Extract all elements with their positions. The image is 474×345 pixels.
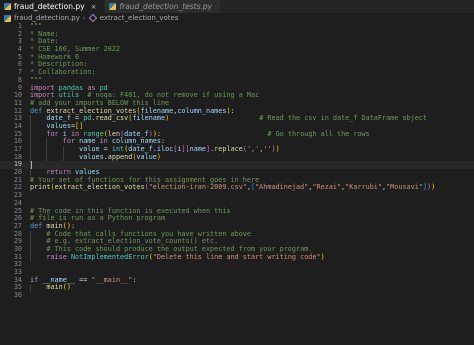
- code-text: values.append(value): [30, 152, 161, 162]
- code-line[interactable]: 22 print(extract_election_votes("election…: [0, 184, 474, 192]
- code-line[interactable]: 34 if __name__ == "__main__":: [0, 275, 474, 285]
- code-token: "Karrubi": [345, 183, 382, 192]
- line-number: 4: [17, 45, 22, 54]
- line-number: 3: [17, 37, 22, 46]
- code-token: extract_election_votes: [54, 183, 145, 192]
- tab-fraud-detection-tests[interactable]: fraud_detection_tests.py: [105, 0, 222, 13]
- code-token: ): [275, 145, 280, 153]
- line-number: 7: [17, 68, 22, 77]
- python-file-icon: [4, 3, 11, 10]
- tab-bar: fraud_detection.py × fraud_detection_tes…: [0, 0, 474, 13]
- tab-label: fraud_detection_tests.py: [119, 2, 213, 11]
- code-line[interactable]: 2 * Name:: [0, 29, 474, 39]
- tab-label: fraud_detection.py: [14, 2, 85, 11]
- code-line[interactable]: 36: [0, 291, 474, 300]
- code-token: :: [156, 129, 268, 138]
- code-line[interactable]: 31 raise NotImplementedError("Delete thi…: [0, 252, 474, 262]
- indent-guide: [46, 153, 48, 162]
- code-token: ): [431, 183, 436, 192]
- code-token: append: [107, 152, 133, 161]
- python-file-icon: [109, 3, 117, 10]
- code-token: read_csv: [95, 114, 129, 123]
- line-number: 6: [17, 60, 22, 69]
- code-token: # Go through all the rows: [267, 129, 370, 138]
- line-number: 36: [13, 291, 22, 300]
- breadcrumb: fraud_detection.py › extract_election_vo…: [0, 13, 474, 23]
- code-line[interactable]: 1 """: [0, 22, 474, 31]
- code-text: date_f = pd.read_csv(filename) # Read th…: [30, 114, 427, 123]
- code-line[interactable]: 7 * Collaboration:: [0, 68, 474, 77]
- code-token: "Ahmadinejad": [255, 183, 309, 192]
- indent-guide: [30, 284, 31, 293]
- code-token: replace: [214, 145, 243, 153]
- code-token: ): [320, 252, 325, 261]
- code-text: main(): [30, 283, 71, 293]
- code-token: name: [189, 145, 207, 153]
- code-line[interactable]: 18 values.append(value): [0, 152, 474, 162]
- code-token: filename: [132, 114, 166, 123]
- line-number: 2: [17, 29, 22, 38]
- code-token: "__main__": [91, 275, 133, 284]
- code-token: :: [132, 275, 137, 284]
- code-editor[interactable]: 1 """ 2 * Name: 3 * Date: 4 * CSE 160, Summer 2…: [0, 22, 474, 345]
- code-text: print(extract_election_votes("election-i…: [30, 184, 435, 192]
- line-number: 8: [17, 75, 22, 84]
- code-text: raise NotImplementedError("Delete this l…: [30, 252, 325, 262]
- code-token: value: [136, 152, 157, 161]
- code-line[interactable]: 35 main(): [0, 283, 474, 293]
- code-token: NotImplementedError: [70, 252, 149, 261]
- code-token: ==: [75, 275, 92, 284]
- code-token: main: [46, 283, 63, 292]
- code-line[interactable]: 23: [0, 191, 474, 200]
- python-file-icon: [4, 14, 11, 22]
- indent-guide: [62, 153, 64, 162]
- tab-fraud-detection[interactable]: fraud_detection.py ×: [0, 0, 106, 13]
- code-token: (): [62, 283, 71, 292]
- indent-guide: [30, 253, 31, 262]
- method-cube-icon: [88, 13, 97, 23]
- code-token: '': [263, 145, 272, 153]
- code-token: print: [30, 183, 51, 192]
- code-token: "Rezai": [312, 183, 342, 192]
- code-token: "Mousavi": [386, 183, 423, 192]
- code-line[interactable]: 32: [0, 261, 474, 269]
- code-token: values: [79, 152, 104, 161]
- code-token: "election-iran-2009.csv": [148, 183, 247, 192]
- code-token: ',': [246, 145, 260, 153]
- line-number: 1: [17, 22, 22, 30]
- code-token: "Delete this line and start writing code…: [152, 252, 321, 261]
- breadcrumb-separator: ›: [82, 14, 86, 22]
- breadcrumb-file[interactable]: fraud_detection.py: [14, 14, 80, 22]
- code-token: # Read the csv in date_f DataFrame objec…: [259, 114, 427, 123]
- line-number: 5: [17, 52, 22, 61]
- close-icon[interactable]: ×: [91, 3, 97, 11]
- code-token: raise: [46, 252, 67, 261]
- code-token: ): [156, 152, 161, 161]
- breadcrumb-symbol[interactable]: extract_election_votes: [100, 14, 179, 22]
